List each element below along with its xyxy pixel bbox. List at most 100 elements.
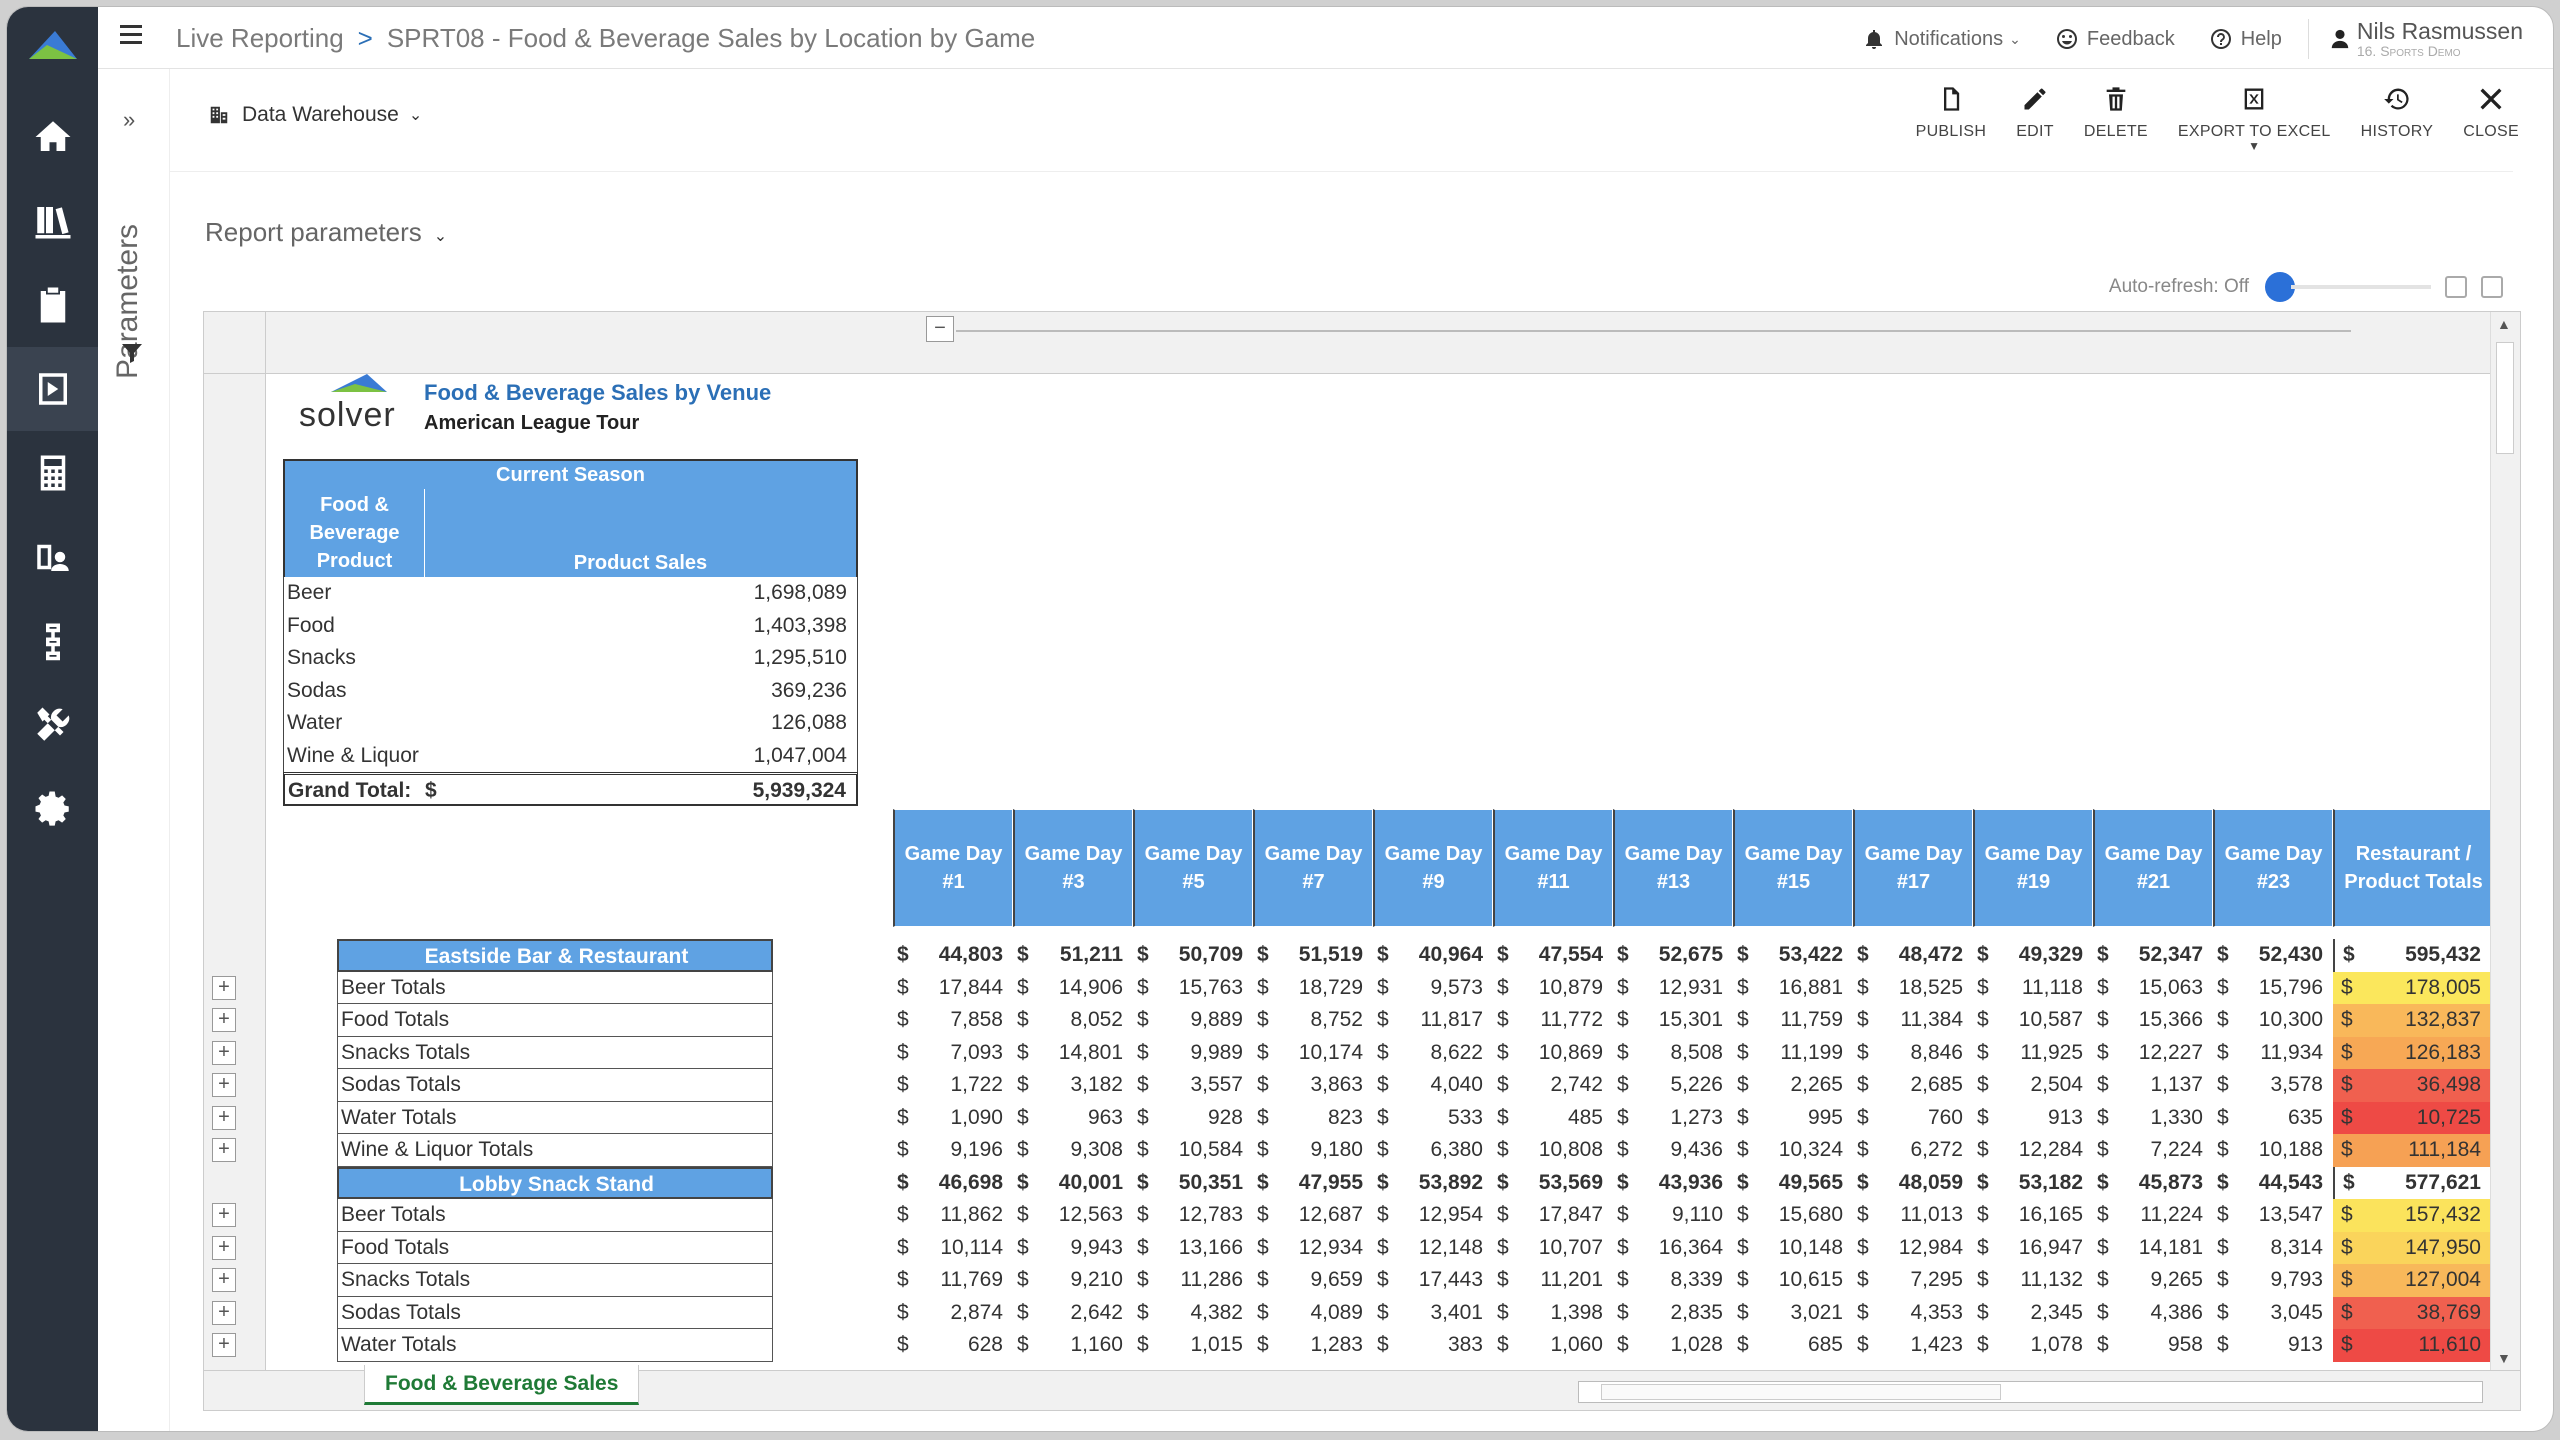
value-text: 1,160 bbox=[1070, 1333, 1123, 1356]
solver-logo-icon[interactable] bbox=[25, 25, 80, 65]
nav-home[interactable] bbox=[7, 95, 98, 179]
vertical-scroll-thumb[interactable] bbox=[2496, 342, 2514, 454]
expand-row-button[interactable]: + bbox=[212, 1235, 236, 1260]
expand-row-button[interactable]: + bbox=[212, 1008, 236, 1032]
hamburger-menu-icon[interactable] bbox=[120, 25, 142, 45]
row-total-value: $595,432 bbox=[2333, 939, 2493, 972]
expand-row-button[interactable]: + bbox=[212, 1268, 236, 1292]
sheet-tab-food-beverage[interactable]: Food & Beverage Sales bbox=[364, 1365, 640, 1405]
totals-column-header[interactable]: Restaurant / Product Totals bbox=[2333, 809, 2493, 927]
value-text: 4,089 bbox=[1310, 1300, 1363, 1324]
game-day-column-header[interactable]: Game Day #21 bbox=[2093, 809, 2213, 927]
game-day-value: $11,224 bbox=[2091, 1199, 2211, 1232]
game-day-column-header[interactable]: Game Day #11 bbox=[1493, 809, 1613, 927]
game-day-column-header[interactable]: Game Day #15 bbox=[1733, 809, 1853, 927]
group-bracket bbox=[956, 330, 2351, 332]
value-text: 995 bbox=[1807, 1105, 1843, 1129]
help-button[interactable]: Help bbox=[2209, 27, 2282, 51]
game-day-column-header[interactable]: Game Day #13 bbox=[1613, 809, 1733, 927]
currency-symbol: $ bbox=[1017, 1300, 1029, 1324]
currency-symbol: $ bbox=[1497, 1333, 1509, 1356]
scroll-down-icon[interactable]: ▼ bbox=[2497, 1350, 2511, 1366]
nav-library[interactable] bbox=[7, 179, 98, 263]
game-day-value: $8,622 bbox=[1371, 1037, 1491, 1070]
expand-row-button[interactable]: + bbox=[212, 1040, 236, 1065]
game-day-label: Game Day #7 bbox=[1264, 843, 1363, 893]
value-text: 4,040 bbox=[1430, 1073, 1483, 1096]
row-total-value: $157,432 bbox=[2333, 1199, 2493, 1232]
scroll-up-icon[interactable]: ▲ bbox=[2497, 316, 2511, 332]
expand-row-button[interactable]: + bbox=[212, 1138, 236, 1162]
game-day-column-header[interactable]: Game Day #1 bbox=[893, 809, 1013, 927]
expand-row-button[interactable]: + bbox=[212, 1073, 236, 1097]
solver-report-logo: solver bbox=[299, 372, 396, 435]
value-text: 13,547 bbox=[2258, 1203, 2323, 1226]
breadcrumb-root[interactable]: Live Reporting bbox=[176, 23, 344, 53]
auto-refresh-track[interactable] bbox=[2291, 285, 2431, 289]
vertical-scrollbar[interactable]: ▲ ▼ bbox=[2490, 312, 2520, 1372]
export-to-excel-button[interactable]: EXPORT TO EXCEL ▼ bbox=[2178, 85, 2331, 153]
collapse-group-button[interactable]: − bbox=[926, 316, 954, 342]
game-day-value: $2,685 bbox=[1851, 1069, 1971, 1102]
game-day-column-header[interactable]: Game Day #23 bbox=[2213, 809, 2333, 927]
expand-row-button[interactable]: + bbox=[212, 1300, 236, 1325]
currency-symbol: $ bbox=[1617, 1203, 1629, 1226]
game-day-column-header[interactable]: Game Day #3 bbox=[1013, 809, 1133, 927]
game-day-column-header[interactable]: Game Day #17 bbox=[1853, 809, 1973, 927]
game-day-value: $9,196 bbox=[891, 1134, 1011, 1167]
expand-parameters-icon[interactable]: » bbox=[123, 107, 135, 133]
currency-symbol: $ bbox=[1617, 1008, 1629, 1031]
currency-symbol: $ bbox=[1377, 1040, 1389, 1064]
currency-symbol: $ bbox=[1977, 1073, 1989, 1096]
report-parameters-toggle[interactable]: Report parameters ⌄ bbox=[205, 217, 447, 248]
game-day-value: $11,759 bbox=[1731, 1004, 1851, 1037]
feedback-button[interactable]: Feedback bbox=[2055, 27, 2175, 51]
clipboard-icon bbox=[40, 287, 65, 323]
publish-button[interactable]: PUBLISH bbox=[1916, 85, 1987, 153]
close-button[interactable]: CLOSE bbox=[2463, 85, 2519, 153]
row-total-value: $111,184 bbox=[2333, 1134, 2493, 1167]
horizontal-scrollbar[interactable] bbox=[1578, 1381, 2483, 1403]
value-text: 43,936 bbox=[1658, 1170, 1723, 1194]
filter-icon[interactable] bbox=[120, 341, 144, 365]
currency-symbol: $ bbox=[2341, 1300, 2353, 1324]
value-text: 10,114 bbox=[940, 1235, 1003, 1259]
game-day-value: $14,801 bbox=[1011, 1037, 1131, 1070]
user-menu[interactable]: Nils Rasmussen 16. Sports Demo bbox=[2329, 19, 2523, 59]
grid-view-icon[interactable] bbox=[2481, 276, 2503, 298]
horizontal-scroll-thumb[interactable] bbox=[1601, 1384, 2001, 1400]
nav-tasks[interactable] bbox=[7, 263, 98, 347]
nav-settings[interactable] bbox=[7, 767, 98, 851]
delete-button[interactable]: DELETE bbox=[2084, 85, 2148, 153]
expand-row-button[interactable]: + bbox=[212, 1333, 236, 1357]
notifications-button[interactable]: Notifications ⌄ bbox=[1862, 27, 2021, 51]
expand-row-button[interactable]: + bbox=[212, 1105, 236, 1130]
game-day-column-header[interactable]: Game Day #7 bbox=[1253, 809, 1373, 927]
game-day-column-header[interactable]: Game Day #9 bbox=[1373, 809, 1493, 927]
nav-calculator[interactable] bbox=[7, 431, 98, 515]
nav-reports[interactable] bbox=[7, 347, 98, 431]
edit-button[interactable]: EDIT bbox=[2016, 85, 2054, 153]
expand-row-button[interactable]: + bbox=[212, 1203, 236, 1227]
game-day-value: $47,554 bbox=[1491, 939, 1611, 972]
game-day-column-header[interactable]: Game Day #19 bbox=[1973, 809, 2093, 927]
game-day-value: $11,286 bbox=[1131, 1264, 1251, 1297]
value-text: 50,351 bbox=[1178, 1170, 1243, 1194]
history-button[interactable]: HISTORY bbox=[2361, 85, 2434, 153]
currency-symbol: $ bbox=[2341, 1040, 2353, 1064]
game-day-value: $2,345 bbox=[1971, 1297, 2091, 1330]
calculator-icon bbox=[40, 455, 65, 491]
value-text: 10,879 bbox=[1538, 975, 1603, 999]
nav-hierarchy[interactable] bbox=[7, 599, 98, 683]
divider bbox=[2307, 19, 2309, 59]
game-day-value: $11,769 bbox=[891, 1264, 1011, 1297]
currency-symbol: $ bbox=[2097, 1300, 2109, 1324]
data-source-dropdown[interactable]: Data Warehouse ⌄ bbox=[208, 103, 422, 127]
nav-users[interactable] bbox=[7, 515, 98, 599]
nav-tools[interactable] bbox=[7, 683, 98, 767]
expand-row-button[interactable]: + bbox=[212, 975, 236, 1000]
value-text: 111,184 bbox=[2408, 1138, 2481, 1161]
game-day-column-header[interactable]: Game Day #5 bbox=[1133, 809, 1253, 927]
expand-icon[interactable] bbox=[2445, 276, 2467, 298]
value-text: 2,265 bbox=[1790, 1073, 1843, 1096]
